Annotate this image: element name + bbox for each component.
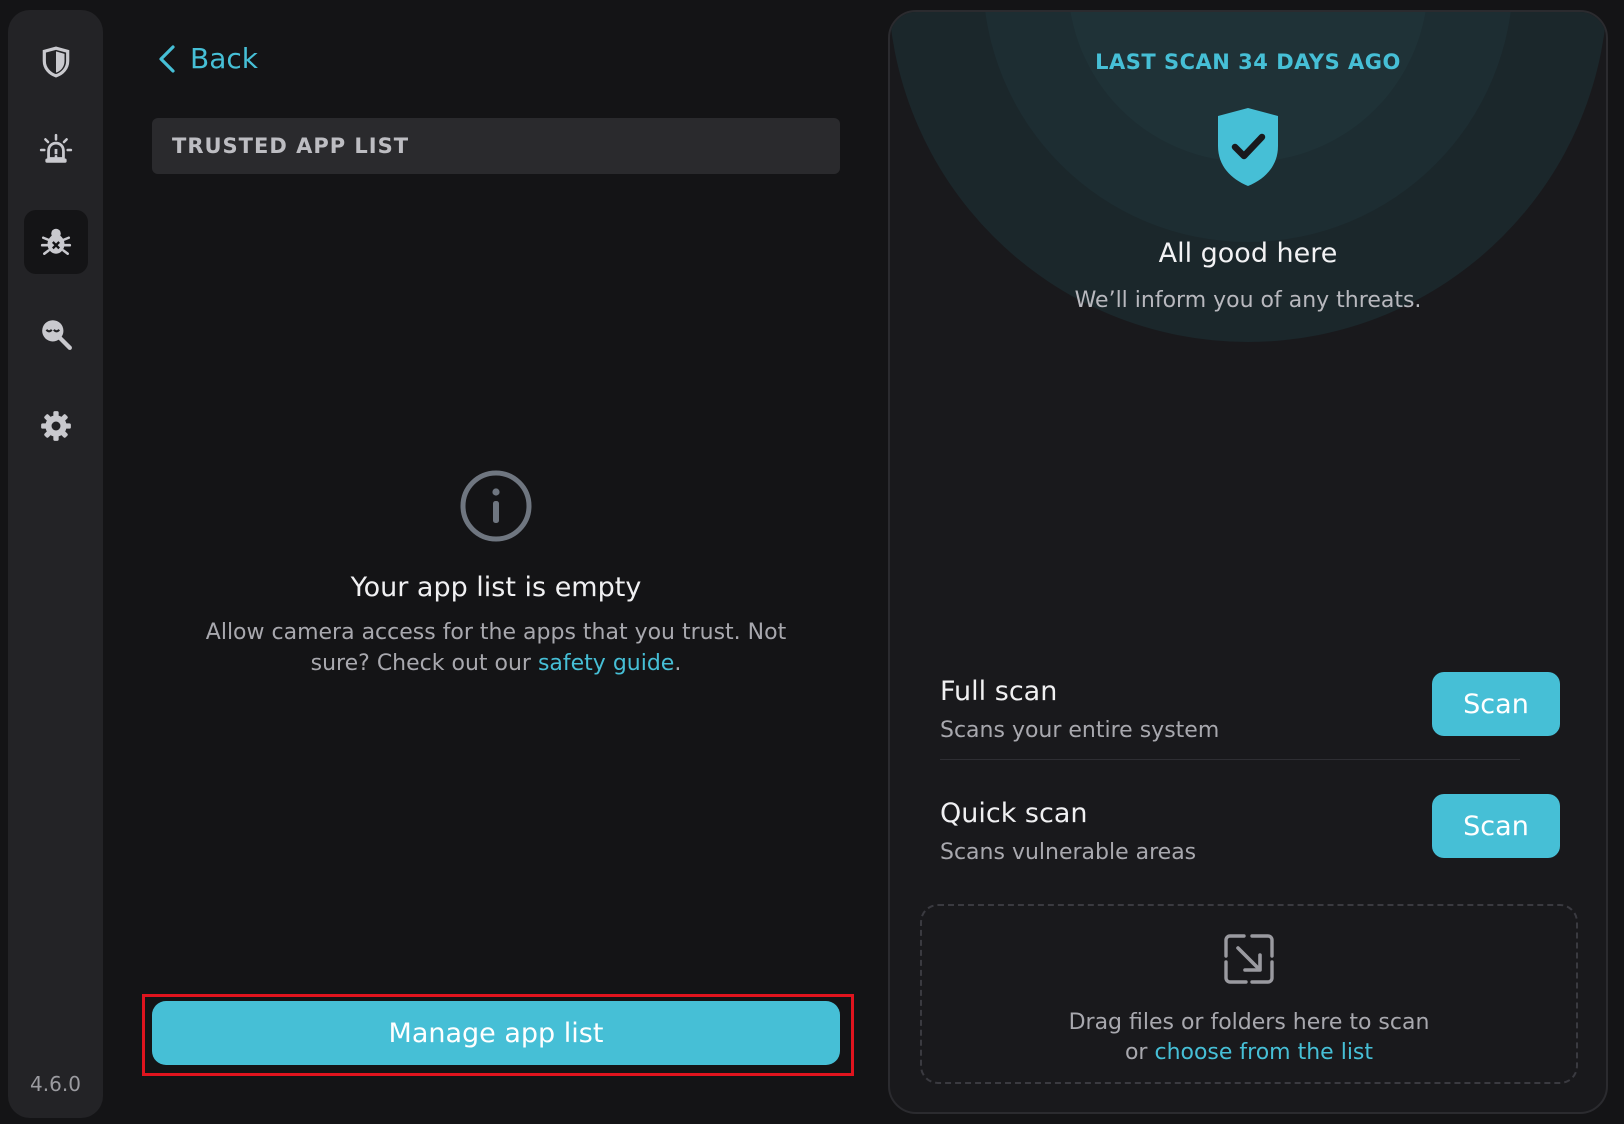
nav-alarm[interactable] — [24, 118, 88, 182]
quick-scan-description: Scans vulnerable areas — [940, 840, 1197, 865]
drop-zone[interactable]: Drag files or folders here to scan or ch… — [920, 904, 1578, 1084]
shield-icon — [42, 46, 70, 78]
info-icon — [460, 470, 532, 542]
section-header: TRUSTED APP LIST — [152, 118, 840, 174]
empty-description: Allow camera access for the apps that yo… — [186, 617, 806, 679]
full-scan-button[interactable]: Scan — [1432, 672, 1560, 736]
chevron-left-icon — [159, 44, 175, 73]
drop-files-icon — [1224, 934, 1274, 984]
nav-spy[interactable] — [24, 302, 88, 366]
quick-scan-title: Quick scan — [940, 798, 1088, 829]
alarm-icon — [39, 133, 73, 163]
drop-zone-text: Drag files or folders here to scan or ch… — [922, 1008, 1576, 1068]
drop-line-1: Drag files or folders here to scan — [1068, 1010, 1430, 1035]
nav-settings[interactable] — [24, 394, 88, 458]
choose-from-list-link[interactable]: choose from the list — [1154, 1040, 1373, 1065]
divider — [940, 759, 1520, 760]
full-scan-row: Full scan Scans your entire system Scan — [940, 672, 1560, 766]
back-button[interactable]: Back — [156, 42, 258, 75]
status-title: All good here — [1158, 238, 1338, 269]
status-subtitle: We’ll inform you of any threats. — [1074, 288, 1422, 313]
back-label: Back — [190, 42, 258, 75]
empty-state: Your app list is empty Allow camera acce… — [152, 468, 840, 679]
app-version: 4.6.0 — [30, 1072, 81, 1096]
nav-shield[interactable] — [24, 30, 88, 94]
quick-scan-button[interactable]: Scan — [1432, 794, 1560, 858]
drop-line-2: or choose from the list — [922, 1038, 1576, 1068]
full-scan-title: Full scan — [940, 676, 1058, 707]
full-scan-description: Scans your entire system — [940, 718, 1220, 743]
empty-desc-suffix: . — [674, 651, 682, 676]
manage-app-list-button[interactable]: Manage app list — [152, 1001, 840, 1065]
bug-icon — [40, 228, 72, 255]
scan-panel: LAST SCAN 34 DAYS AGO All good here We’l… — [888, 10, 1608, 1114]
nav-bug[interactable] — [24, 210, 88, 274]
empty-desc-text: Allow camera access for the apps that yo… — [205, 620, 787, 676]
shield-check-icon — [1218, 108, 1278, 186]
spy-search-icon — [42, 320, 72, 350]
last-scan-label: LAST SCAN 34 DAYS AGO — [1095, 50, 1401, 74]
drop-line-2-prefix: or — [1124, 1040, 1155, 1065]
safety-guide-link[interactable]: safety guide — [538, 651, 674, 676]
sidebar: 4.6.0 — [8, 10, 103, 1118]
quick-scan-row: Quick scan Scans vulnerable areas Scan — [940, 794, 1560, 888]
gear-icon — [41, 411, 71, 441]
empty-title: Your app list is empty — [350, 572, 642, 603]
